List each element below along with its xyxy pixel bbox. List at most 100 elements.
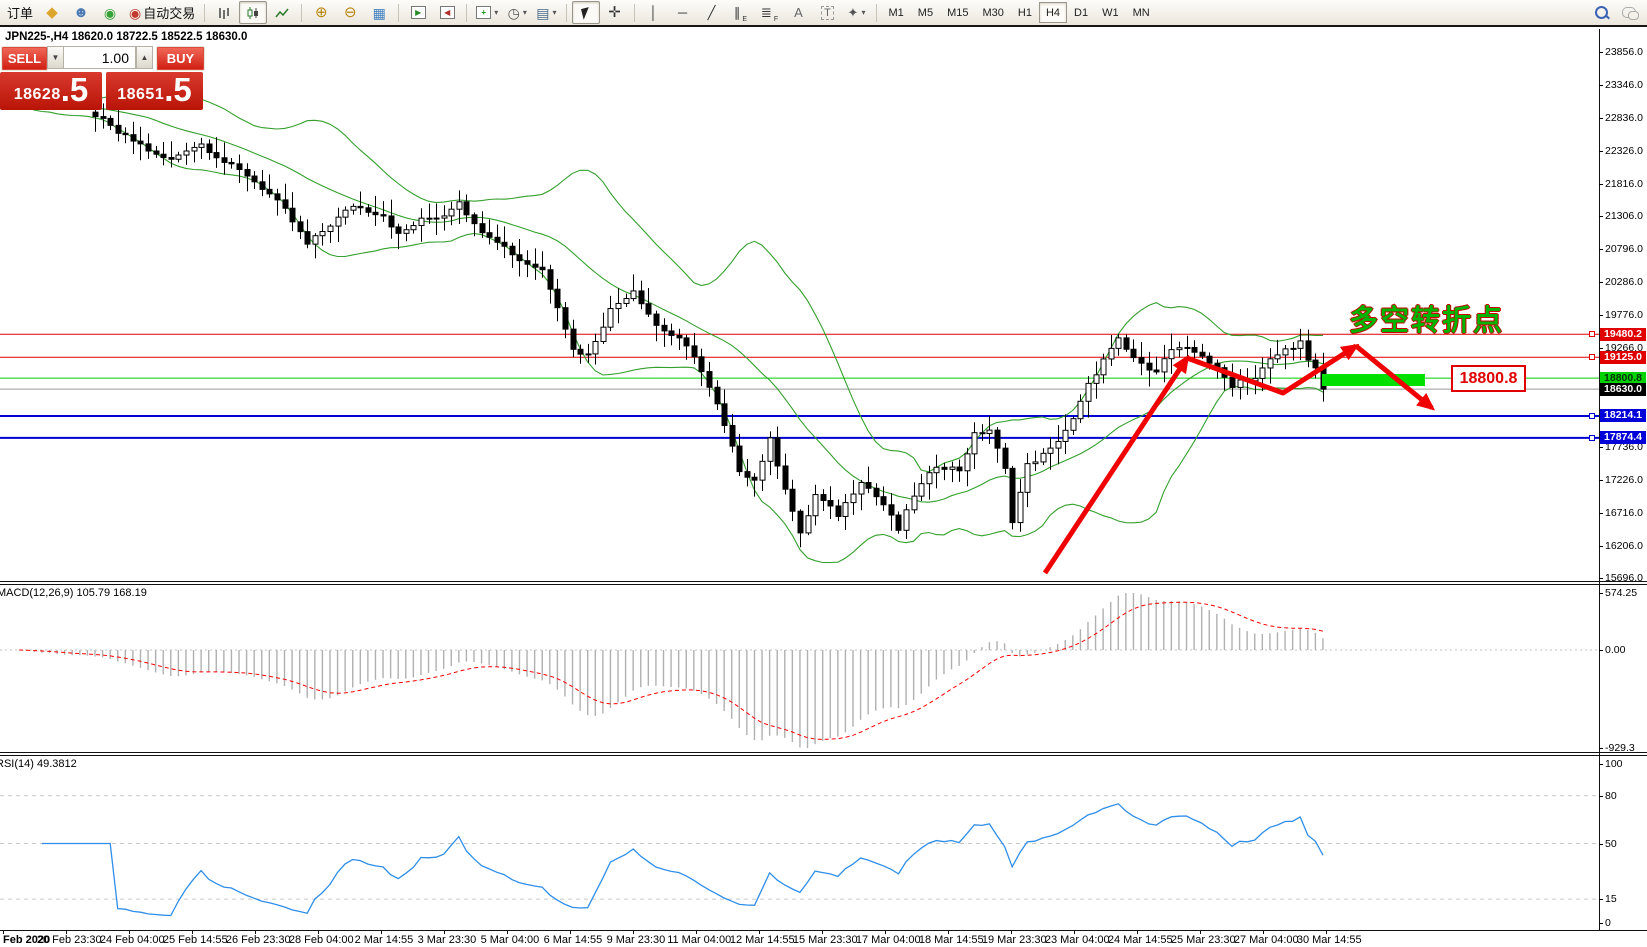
account-icon[interactable]: ☻ [67,1,95,24]
auto-scroll-icon[interactable]: ▶ [404,1,432,24]
period-clock-icon[interactable]: ◷ ▾ [503,1,531,24]
chart-shift-icon[interactable]: ◀ [433,1,461,24]
toolbar-separator [565,3,567,22]
search-icon[interactable] [1595,6,1608,19]
timeframe-button-m5[interactable]: M5 [911,2,940,23]
vertical-line-icon[interactable]: │ [640,1,668,24]
timeframe-button-w1[interactable]: W1 [1095,2,1126,23]
new-order-button[interactable]: 订单 [3,1,37,24]
price-level-badge: 18630.0 [1600,383,1646,396]
deposit-icon[interactable]: ◆ [38,1,66,24]
price-tick-label: 15696.0 [1605,572,1643,584]
time-tick-label: 30 Mar 14:55 [1296,934,1362,946]
timeframe-button-h1[interactable]: H1 [1011,2,1039,23]
new-chart-icon[interactable]: + ▾ [472,1,502,24]
chart-title: JPN225-,H4 18620.0 18722.5 18522.5 18630… [5,31,248,43]
time-tick-label: 18 Mar 14:55 [918,934,984,946]
sell-price-main: 18628 [13,86,61,103]
price-tick-mark [1599,348,1603,349]
zoom-in-icon[interactable]: ⊕ [307,1,335,24]
price-tick-label: 20286.0 [1605,276,1643,288]
cursor-icon[interactable] [571,1,600,24]
time-tick-label: 11 Mar 04:00 [667,934,732,946]
bar-chart-icon[interactable] [210,1,238,24]
price-tick-mark [1599,315,1603,316]
macd-indicator-label: MACD(12,26,9) 105.79 168.19 [0,587,147,599]
volume-input[interactable]: 1.00 [64,47,136,68]
price-tick-mark [1599,216,1603,217]
price-tick-label: 19776.0 [1605,309,1643,321]
timeframe-button-d1[interactable]: D1 [1067,2,1095,23]
rsi-tick-label: 15 [1605,893,1617,905]
price-tick-label: 22326.0 [1605,145,1643,157]
macd-tick-mark [1599,650,1603,651]
timeframe-button-m1[interactable]: M1 [882,2,911,23]
turning-point-annotation: 多空转折点 [1349,305,1505,337]
macd-tick-label: -929.3 [1605,742,1635,754]
auto-trading-button[interactable]: ◉ 自动交易 [125,1,199,24]
toolbar-separator [398,3,400,22]
price-callout-label: 18800.8 [1451,365,1526,392]
time-tick-label: 9 Mar 23:30 [606,934,666,946]
buy-button[interactable]: BUY [156,46,205,71]
auto-trading-label: 自动交易 [143,6,196,21]
price-tick-mark [1599,578,1603,579]
toolbar-right-group [1595,6,1644,20]
channel-icon[interactable]: ∥ E [727,1,755,24]
chart-canvas[interactable] [0,0,1647,947]
horizontal-line-icon[interactable]: ─ [669,1,697,24]
text-label-icon[interactable]: T [814,1,842,24]
signal-icon[interactable]: ◉ [96,1,124,24]
time-tick-label: 12 Mar 14:55 [729,934,795,946]
buy-price-box[interactable]: 18651 .5 [106,72,203,110]
price-tick-label: 20796.0 [1605,243,1643,255]
trendline-icon[interactable]: ╱ [698,1,726,24]
time-tick-label: 6 Mar 14:55 [543,934,603,946]
time-tick-label: 27 Mar 04:00 [1233,934,1299,946]
price-tick-label: 16206.0 [1605,540,1643,552]
rsi-tick-mark [1599,764,1603,765]
time-tick-label: 2 Mar 14:55 [354,934,414,946]
volume-decrease-button[interactable]: ▼ [48,47,64,68]
timeframe-button-mn[interactable]: MN [1126,2,1157,23]
volume-increase-button[interactable]: ▲ [136,47,152,68]
new-order-label: 订单 [7,6,34,21]
price-tick-mark [1599,52,1603,53]
time-tick-label: 20 Feb 23:30 [36,934,102,946]
price-tick-label: 21306.0 [1605,210,1643,222]
zoom-out-icon[interactable]: ⊖ [336,1,364,24]
price-level-badge: 18214.1 [1600,409,1646,422]
template-icon[interactable]: ▤ ▾ [532,1,560,24]
rsi-tick-mark [1599,899,1603,900]
price-tick-mark [1599,282,1603,283]
timeframe-button-m15[interactable]: M15 [940,2,975,23]
time-tick-label: 24 Mar 14:55 [1107,934,1173,946]
timeframe-button-m30[interactable]: M30 [975,2,1010,23]
pane-separator[interactable] [0,752,1647,753]
auto-trading-icon: ◉ [129,4,142,21]
sell-price-big: .5 [60,71,89,108]
line-chart-icon[interactable] [268,1,296,24]
price-tick-label: 23346.0 [1605,79,1643,91]
buy-price-big: .5 [164,71,192,108]
buy-price-main: 18651 [117,86,165,103]
candlestick-chart-icon[interactable] [239,1,268,24]
crosshair-icon[interactable]: ✛ [601,1,629,24]
price-level-badge: 19125.0 [1600,351,1646,364]
tile-windows-icon[interactable]: ▦ [365,1,393,24]
time-axis-line [0,930,1647,931]
time-tick-label: 5 Mar 04:00 [480,934,540,946]
fibonacci-icon[interactable]: ≣ F [756,1,784,24]
price-tick-mark [1599,447,1603,448]
sell-price-box[interactable]: 18628 .5 [0,72,102,110]
shapes-icon[interactable]: ✦ ▾ [843,1,871,24]
price-tick-mark [1599,249,1603,250]
chat-icon[interactable] [1622,7,1639,20]
pane-separator[interactable] [0,581,1647,582]
sell-button[interactable]: SELL [1,46,48,71]
price-tick-mark [1599,151,1603,152]
timeframe-button-h4[interactable]: H4 [1038,2,1068,23]
one-click-trading-panel: SELL ▼ 1.00 ▲ BUY 18628 .5 18651 .5 [0,46,205,111]
text-icon[interactable]: A [785,1,813,24]
line-handle [1589,435,1595,441]
